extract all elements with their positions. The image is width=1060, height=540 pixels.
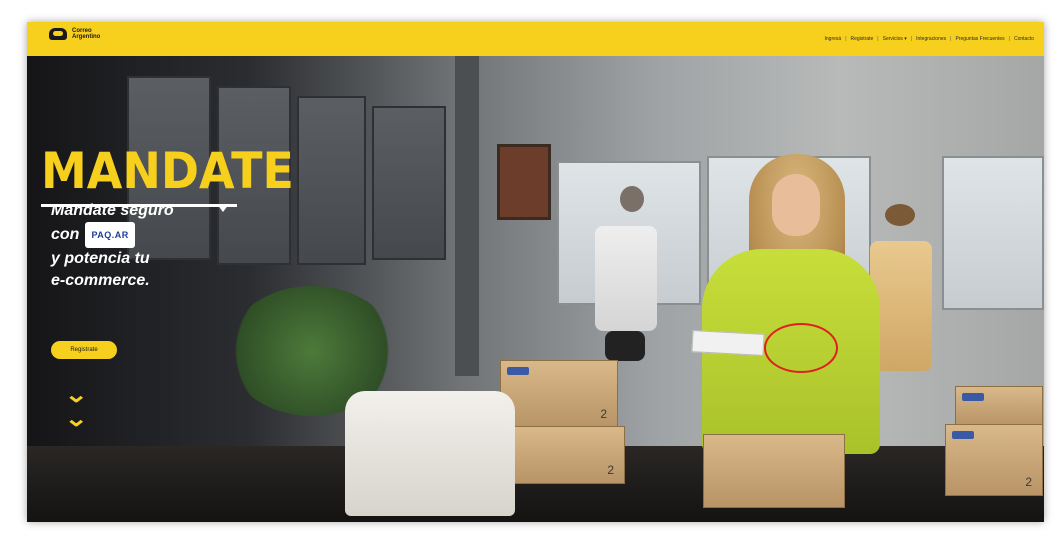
tagline-con: con <box>51 226 80 243</box>
registrate-button[interactable]: Registrate <box>51 341 117 359</box>
shipping-box <box>955 386 1043 426</box>
chevron-down-icon: ▾ <box>902 36 907 42</box>
paq-ar-badge: PAQ.AR <box>85 222 135 248</box>
mannequin-hat <box>885 204 915 226</box>
window <box>372 106 446 260</box>
mannequin-shorts <box>605 331 645 361</box>
nav-servicios-label: Servicios <box>882 36 903 42</box>
logo[interactable]: Correo Argentino <box>49 28 112 40</box>
shipping-box: 2 <box>505 426 625 484</box>
tagline-line-2: con PAQ.AR <box>51 222 174 248</box>
nav-servicios[interactable]: Servicios ▾ <box>879 36 911 42</box>
box-number: 2 <box>1025 475 1032 489</box>
box-logo <box>952 431 974 439</box>
woman-face <box>772 174 820 236</box>
top-navbar: Correo Argentino Ingresá | Registrate | … <box>27 22 1044 56</box>
box-number: 2 <box>600 407 607 421</box>
brand-title: MANDATE <box>41 142 294 200</box>
box-number: 2 <box>607 463 614 477</box>
hero-tagline: Mandate seguro con PAQ.AR y potencia tu … <box>51 200 174 292</box>
tagline-line-4: e-commerce. <box>51 272 150 289</box>
mandate-brand: MANDATE <box>41 142 316 212</box>
hero-banner: 2 2 2 MANDATE Mandate seguro con PAQ.AR <box>27 56 1044 522</box>
tagline-line-3: y potencia tu <box>51 250 150 267</box>
mannequin-shirt <box>595 226 657 331</box>
box-logo <box>507 367 529 375</box>
shipping-box: 2 <box>500 360 618 428</box>
window <box>942 156 1044 310</box>
sewing-machine <box>345 391 515 516</box>
nav-preguntas-frecuentes[interactable]: Preguntas Frecuentes <box>951 36 1008 42</box>
correo-logo-icon <box>49 28 67 40</box>
chevron-down-icon[interactable]: ⌄ <box>64 408 88 430</box>
pillar <box>455 56 479 376</box>
main-nav: Ingresá | Registrate | Servicios ▾ | Int… <box>821 22 1039 56</box>
shipping-box: 2 <box>945 424 1043 496</box>
website-screenshot: Correo Argentino Ingresá | Registrate | … <box>27 22 1044 522</box>
box-logo <box>962 393 984 401</box>
nav-registrate[interactable]: Registrate <box>847 36 878 42</box>
nav-ingresa[interactable]: Ingresá <box>821 36 846 42</box>
red-annotation-circle <box>764 323 838 373</box>
paq-envelope <box>691 330 765 356</box>
chevron-down-icon[interactable]: ⌄ <box>64 384 88 406</box>
nav-contacto[interactable]: Contacto <box>1010 36 1038 42</box>
nav-integraciones[interactable]: Integraciones <box>912 36 950 42</box>
wall-picture <box>497 144 551 220</box>
logo-text: Correo Argentino <box>72 28 101 40</box>
tagline-line-1: Mandate seguro <box>51 202 174 219</box>
mannequin-hat <box>620 186 644 212</box>
open-shipping-box <box>703 434 845 508</box>
